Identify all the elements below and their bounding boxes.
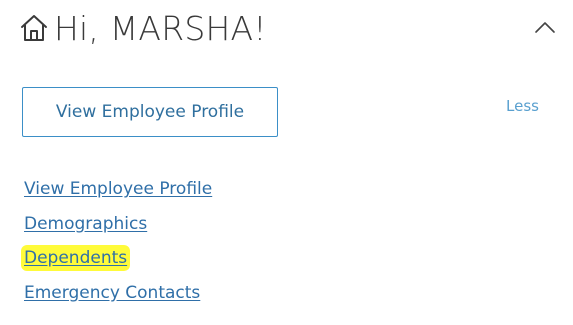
employee-profile-panel: Hi, MARSHA! View Employee Profile Less V… — [0, 0, 573, 325]
demographics-link[interactable]: Demographics — [24, 214, 147, 234]
emergency-contacts-link[interactable]: Emergency Contacts — [24, 283, 200, 303]
less-link[interactable]: Less — [506, 97, 539, 115]
greeting-title: Hi, MARSHA! — [54, 8, 267, 48]
chevron-up-icon[interactable] — [534, 18, 556, 36]
list-item: Emergency Contacts — [24, 276, 212, 311]
list-item: View Employee Profile — [24, 172, 212, 207]
list-item: Dependents — [24, 241, 212, 276]
home-icon[interactable] — [20, 13, 48, 43]
greeting-header: Hi, MARSHA! — [20, 6, 267, 50]
view-employee-profile-link[interactable]: View Employee Profile — [24, 179, 212, 199]
view-employee-profile-button[interactable]: View Employee Profile — [22, 87, 278, 137]
profile-links-list: View Employee Profile Demographics Depen… — [24, 172, 212, 310]
dependents-link[interactable]: Dependents — [24, 248, 128, 269]
list-item: Demographics — [24, 207, 212, 242]
